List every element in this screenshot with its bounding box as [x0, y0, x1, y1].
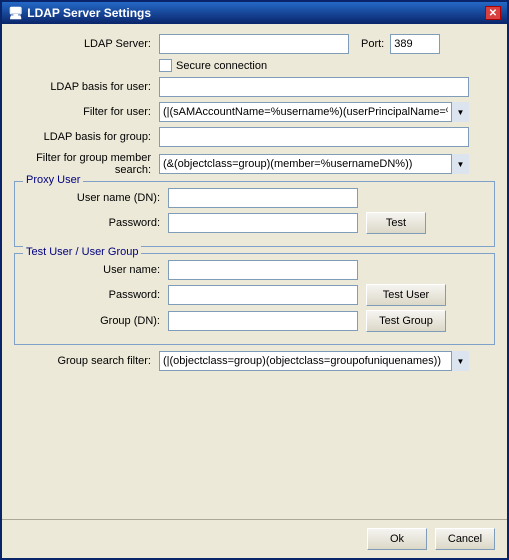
ldap-basis-user-label: LDAP basis for user: [14, 81, 159, 93]
test-group-input[interactable] [168, 311, 358, 331]
proxy-username-input[interactable] [168, 188, 358, 208]
ldap-basis-user-row: LDAP basis for user: [14, 77, 495, 97]
filter-user-input[interactable] [159, 102, 469, 122]
filter-user-dropdown-arrow[interactable]: ▼ [451, 102, 469, 122]
cancel-button[interactable]: Cancel [435, 528, 495, 550]
group-search-label: Group search filter: [14, 355, 159, 367]
secure-label: Secure connection [176, 60, 267, 72]
test-username-row: User name: [23, 260, 486, 280]
test-group-row: Group (DN): Test Group [23, 310, 486, 332]
proxy-password-row: Password: Test [23, 212, 486, 234]
group-search-dropdown-arrow[interactable]: ▼ [451, 351, 469, 371]
test-user-button[interactable]: Test User [366, 284, 446, 306]
ldap-server-label: LDAP Server: [14, 38, 159, 50]
form-content: LDAP Server: Port: Secure connection LDA… [2, 24, 507, 519]
test-username-label: User name: [23, 264, 168, 276]
secure-checkbox[interactable] [159, 59, 172, 72]
proxy-password-input[interactable] [168, 213, 358, 233]
window-icon: 🖥 [8, 6, 23, 20]
proxy-username-label: User name (DN): [23, 192, 168, 204]
test-group-label: Group (DN): [23, 315, 168, 327]
ok-button[interactable]: Ok [367, 528, 427, 550]
group-search-row: Group search filter: ▼ [14, 351, 495, 371]
title-bar: 🖥 LDAP Server Settings ✕ [2, 2, 507, 24]
filter-user-dropdown-wrapper: ▼ [159, 102, 469, 122]
test-password-row: Password: Test User [23, 284, 486, 306]
filter-group-dropdown-wrapper: ▼ [159, 154, 469, 174]
server-row: Port: [159, 34, 440, 54]
close-button[interactable]: ✕ [485, 6, 501, 20]
filter-user-row: Filter for user: ▼ [14, 102, 495, 122]
proxy-user-group: Proxy User User name (DN): Password: Tes… [14, 181, 495, 247]
group-search-dropdown-wrapper: ▼ [159, 351, 469, 371]
filter-group-input[interactable] [159, 154, 469, 174]
port-label: Port: [361, 38, 384, 50]
test-group-button[interactable]: Test Group [366, 310, 446, 332]
window-title: LDAP Server Settings [27, 6, 151, 20]
filter-user-label: Filter for user: [14, 106, 159, 118]
ldap-server-input[interactable] [159, 34, 349, 54]
test-username-input[interactable] [168, 260, 358, 280]
ldap-basis-group-input[interactable] [159, 127, 469, 147]
proxy-password-label: Password: [23, 217, 168, 229]
footer: Ok Cancel [2, 519, 507, 558]
test-password-label: Password: [23, 289, 168, 301]
ldap-basis-group-label: LDAP basis for group: [14, 131, 159, 143]
proxy-user-group-label: Proxy User [23, 174, 83, 186]
ldap-basis-group-row: LDAP basis for group: [14, 127, 495, 147]
test-user-group: Test User / User Group User name: Passwo… [14, 253, 495, 345]
secure-row: Secure connection [159, 59, 495, 72]
ldap-basis-user-input[interactable] [159, 77, 469, 97]
group-search-input[interactable] [159, 351, 469, 371]
ldap-server-row: LDAP Server: Port: [14, 34, 495, 54]
test-user-group-label: Test User / User Group [23, 246, 141, 258]
filter-group-label: Filter for group member search: [14, 152, 159, 176]
port-input[interactable] [390, 34, 440, 54]
proxy-test-button[interactable]: Test [366, 212, 426, 234]
test-password-input[interactable] [168, 285, 358, 305]
title-bar-text: 🖥 LDAP Server Settings [8, 6, 151, 20]
filter-group-row: Filter for group member search: ▼ [14, 152, 495, 176]
proxy-username-row: User name (DN): [23, 188, 486, 208]
filter-group-dropdown-arrow[interactable]: ▼ [451, 154, 469, 174]
ldap-settings-window: 🖥 LDAP Server Settings ✕ LDAP Server: Po… [0, 0, 509, 560]
